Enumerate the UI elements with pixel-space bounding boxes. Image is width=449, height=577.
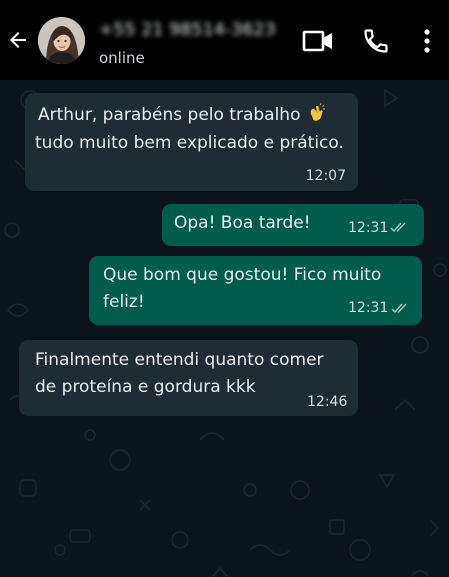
video-call-icon[interactable] [302,29,334,53]
avatar[interactable] [38,17,85,64]
contact-status: online [99,49,145,67]
read-receipt-icon [391,303,407,314]
chat-area[interactable]: Arthur, parabéns pelo trabalho tudo muit… [0,80,449,577]
message-time: 12:31 [348,300,389,316]
contact-name[interactable]: +55 21 98514-3623 [99,20,276,40]
message-text: Opa! Boa tarde! [174,213,311,233]
back-arrow-icon[interactable] [6,28,30,52]
more-options-icon[interactable] [419,27,435,55]
incoming-message-bubble[interactable]: Arthur, parabéns pelo trabalho tudo muit… [25,93,358,191]
phone-call-icon[interactable] [362,27,390,55]
message-text-line: Arthur, parabéns pelo trabalho [38,102,326,129]
incoming-message-bubble[interactable]: Finalmente entendi quanto comer de prote… [19,340,358,416]
chat-header: +55 21 98514-3623 online [0,0,449,80]
message-text: Finalmente entendi quanto comer de prote… [35,350,324,397]
message-text: tudo muito bem explicado e prático. [35,133,344,153]
message-time: 12:46 [307,394,348,410]
outgoing-message-bubble[interactable]: Opa! Boa tarde! 12:31 [162,204,424,246]
clapping-hands-icon [310,103,325,121]
outgoing-message-bubble[interactable]: Que bom que gostou! Fico muito feliz! 12… [89,256,422,325]
message-time: 12:31 [348,220,389,236]
message-time: 12:07 [305,168,346,184]
read-receipt-icon [390,222,406,233]
message-text: Arthur, parabéns pelo trabalho [38,105,301,125]
